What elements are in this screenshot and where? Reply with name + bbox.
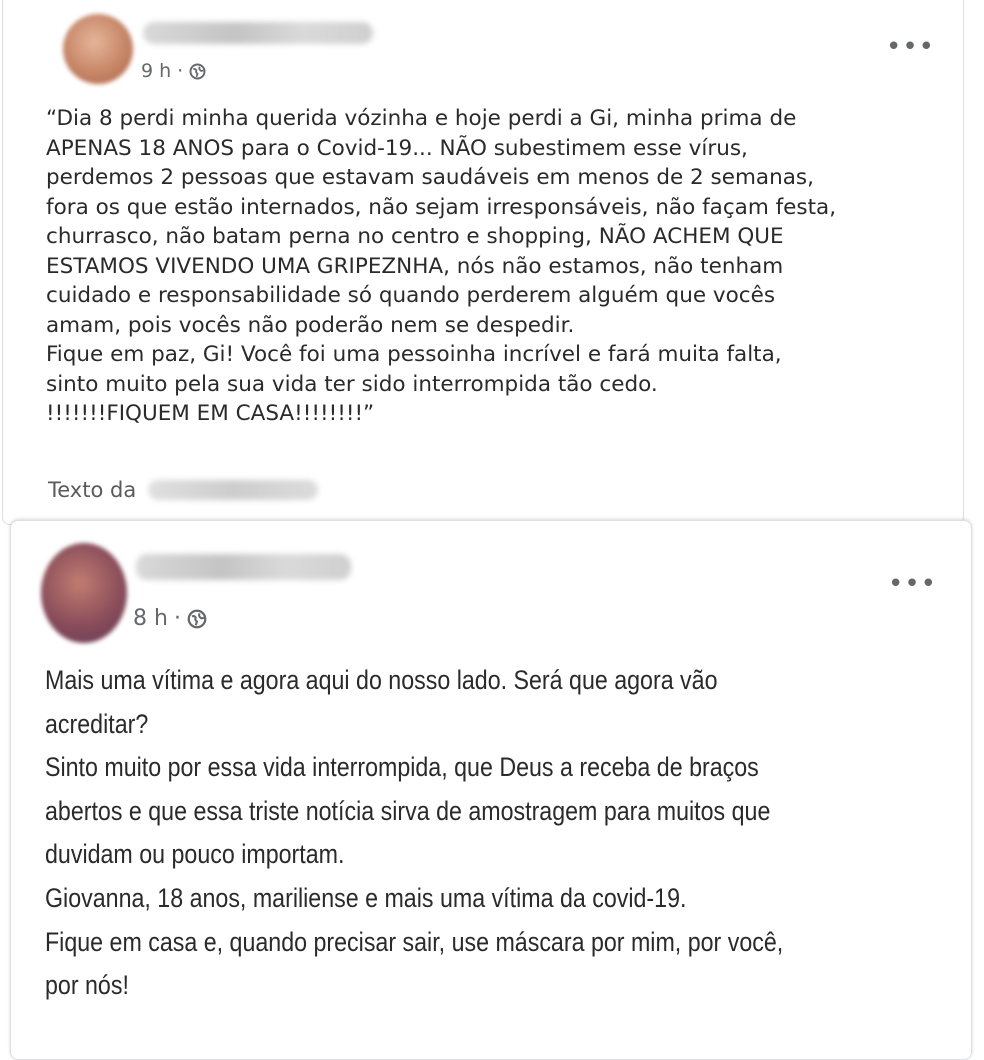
- blurred-credit-name: [148, 480, 319, 500]
- post-text-line: amam, pois vocês não poderão nem se desp…: [46, 312, 575, 338]
- post-text-line: “Dia 8 perdi minha querida vózinha e hoj…: [46, 106, 797, 131]
- post-text-line: por nós!: [45, 970, 129, 1001]
- post-meta: 8 h ·: [133, 606, 207, 631]
- post-text: Mais uma vítima e agora aqui do nosso la…: [45, 659, 783, 1008]
- post-text-line: duvidam ou pouco importam.: [45, 839, 345, 870]
- facebook-post-1: 9 h · ••• “Dia 8 perdi minha querida vóz…: [2, 0, 964, 525]
- post-text-line: Fique em casa e, quando precisar sair, u…: [45, 926, 784, 957]
- post-text-line: ESTAMOS VIVENDO UMA GRIPEZNHA, nós não e…: [46, 253, 784, 279]
- post-text-line: acreditar?: [45, 708, 149, 739]
- post-text-line: !!!!!!!FIQUEM EM CASA!!!!!!!!”: [46, 401, 375, 426]
- post-text-line: perdemos 2 pessoas que estavam saudáveis…: [46, 165, 814, 190]
- post-time[interactable]: 8 h: [133, 606, 168, 631]
- blurred-author-name[interactable]: [136, 554, 351, 580]
- post-text: “Dia 8 perdi minha querida vózinha e hoj…: [46, 104, 836, 429]
- credit-label: Texto da: [48, 478, 137, 502]
- avatar[interactable]: [41, 543, 127, 643]
- post-text-line: cuidado e responsabilidade só quando per…: [46, 283, 776, 308]
- more-options-icon[interactable]: •••: [888, 571, 937, 597]
- meta-separator: ·: [173, 606, 181, 631]
- post-text-line: fora os que estão internados, não sejam …: [46, 194, 837, 220]
- globe-icon[interactable]: [189, 63, 206, 80]
- facebook-post-2: 8 h · ••• Mais uma vítima e agora aqui d…: [10, 520, 972, 1060]
- post-text-line: Giovanna, 18 anos, mariliense e mais uma…: [45, 882, 687, 913]
- post-text-line: sinto muito pela sua vida ter sido inter…: [46, 371, 658, 397]
- post-text-line: Sinto muito por essa vida interrompida, …: [45, 752, 759, 783]
- text-credit: Texto da: [48, 478, 319, 502]
- post-meta: 9 h ·: [141, 60, 206, 82]
- avatar[interactable]: [63, 14, 133, 84]
- post-text-line: churrasco, não batam perna no centro e s…: [46, 224, 784, 249]
- post-text-line: Fique em paz, Gi! Você foi uma pessoinha…: [46, 342, 782, 367]
- meta-separator: ·: [177, 60, 184, 82]
- post-time[interactable]: 9 h: [141, 60, 171, 82]
- blurred-author-name[interactable]: [143, 22, 373, 44]
- globe-icon[interactable]: [187, 609, 207, 629]
- more-options-icon[interactable]: •••: [886, 34, 935, 60]
- post-text-line: APENAS 18 ANOS para o Covid-19... NÃO su…: [46, 135, 748, 161]
- post-text-line: Mais uma vítima e agora aqui do nosso la…: [45, 665, 718, 695]
- post-text-line: abertos e que essa triste notícia sirva …: [45, 795, 771, 826]
